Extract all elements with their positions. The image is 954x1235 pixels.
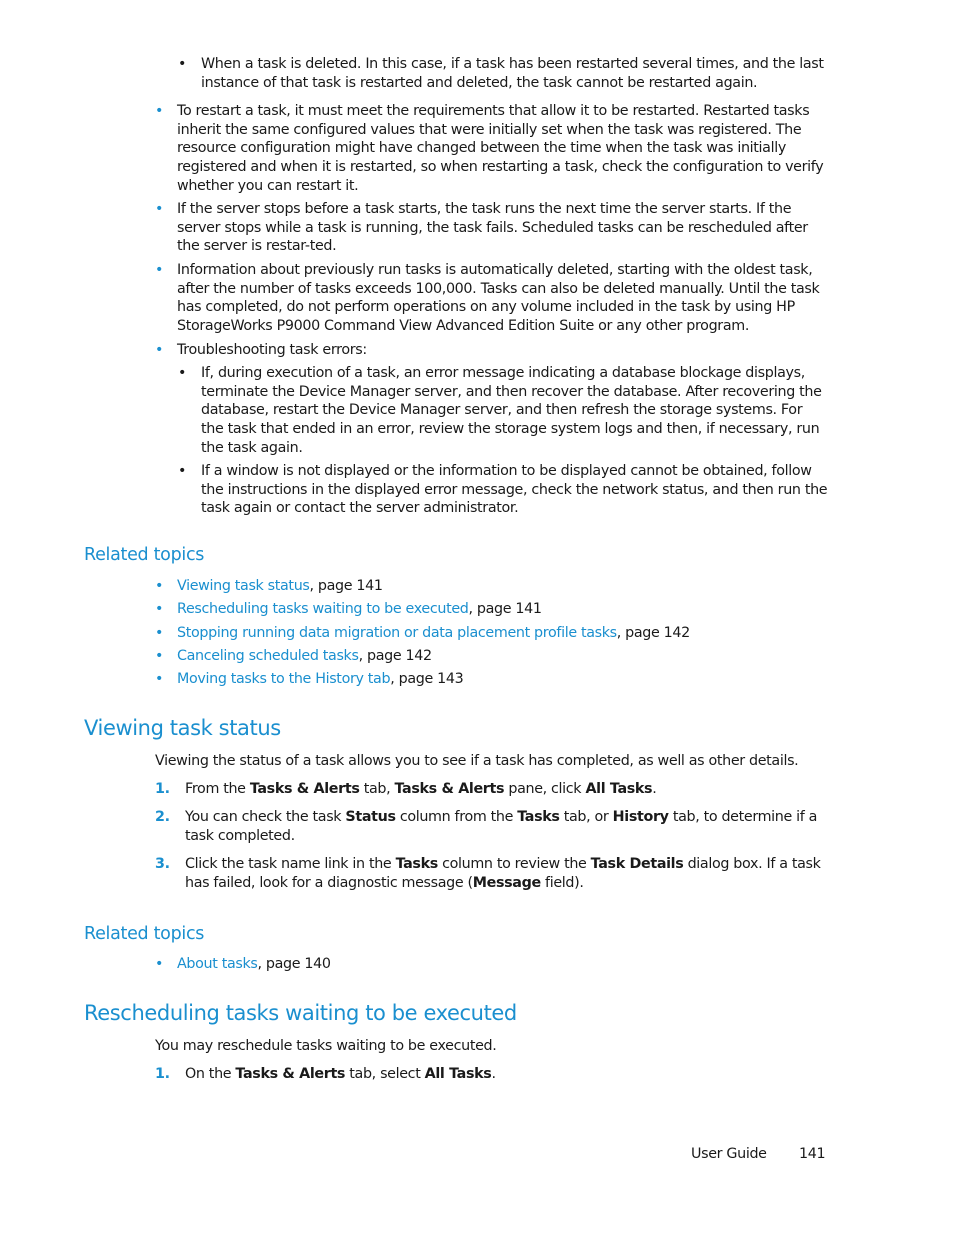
bullet-icon: • — [155, 578, 164, 594]
step-item: 1. From the Tasks & Alerts tab, Tasks & … — [155, 780, 828, 799]
step-number: 1. — [155, 781, 170, 797]
page-reference: , page 142 — [616, 625, 690, 641]
step-number: 1. — [155, 1066, 170, 1082]
section-intro: Viewing the status of a task allows you … — [155, 753, 799, 769]
step-number: 3. — [155, 856, 170, 872]
related-topic-entry: Rescheduling tasks waiting to be execute… — [177, 600, 835, 619]
related-topic-link[interactable]: Stopping running data migration or data … — [177, 625, 617, 641]
related-topic-link[interactable]: About tasks — [177, 956, 258, 972]
related-topic-entry: Viewing task status, page 141 — [177, 577, 835, 596]
page-reference: , page 141 — [309, 578, 383, 594]
step-text: On the Tasks & Alerts tab, select All Ta… — [185, 1066, 496, 1082]
bullet-item: • If the server stops before a task star… — [155, 200, 828, 256]
section-intro: You may reschedule tasks waiting to be e… — [155, 1038, 497, 1054]
page-reference: , page 141 — [468, 601, 542, 617]
bullet-icon: • — [178, 56, 187, 72]
footer-label: User Guide — [691, 1146, 767, 1162]
bullet-icon: • — [155, 342, 164, 358]
bullet-icon: • — [155, 262, 164, 278]
related-topics-heading: Related topics — [84, 924, 205, 944]
related-topic-item: • Moving tasks to the History tab, page … — [155, 670, 835, 689]
related-topic-link[interactable]: Canceling scheduled tasks — [177, 648, 359, 664]
section-title-viewing-task-status: Viewing task status — [84, 716, 281, 740]
bullet-text: If, during execution of a task, an error… — [201, 365, 822, 456]
bullet-icon: • — [155, 103, 164, 119]
step-item: 1. On the Tasks & Alerts tab, select All… — [155, 1065, 828, 1084]
page-reference: , page 140 — [257, 956, 331, 972]
bullet-item: • Information about previously run tasks… — [155, 261, 828, 336]
bullet-icon: • — [178, 365, 187, 381]
bullet-text: Troubleshooting task errors: — [177, 342, 367, 358]
related-topic-entry: About tasks, page 140 — [177, 955, 835, 974]
step-text: Click the task name link in the Tasks co… — [185, 856, 821, 891]
page-number: 141 — [799, 1146, 826, 1162]
related-topic-item: • About tasks, page 140 — [155, 955, 835, 974]
bullet-text: If a window is not displayed or the info… — [201, 463, 828, 517]
bullet-sub-item: • If a window is not displayed or the in… — [178, 462, 828, 518]
related-topic-item: • Viewing task status, page 141 — [155, 577, 835, 596]
bullet-item: • To restart a task, it must meet the re… — [155, 102, 828, 196]
page-reference: , page 142 — [358, 648, 432, 664]
bullet-icon: • — [155, 625, 164, 641]
related-topic-entry: Stopping running data migration or data … — [177, 624, 835, 643]
bullet-text: To restart a task, it must meet the requ… — [177, 103, 824, 194]
bullet-icon: • — [155, 956, 164, 972]
bullet-sub-item: • When a task is deleted. In this case, … — [178, 55, 828, 92]
step-number: 2. — [155, 809, 170, 825]
related-topic-entry: Canceling scheduled tasks, page 142 — [177, 647, 835, 666]
step-item: 2. You can check the task Status column … — [155, 808, 828, 845]
page-reference: , page 143 — [390, 671, 464, 687]
bullet-sub-item: • If, during execution of a task, an err… — [178, 364, 828, 458]
related-topics-heading: Related topics — [84, 545, 205, 565]
step-text: From the Tasks & Alerts tab, Tasks & Ale… — [185, 781, 657, 797]
related-topic-link[interactable]: Rescheduling tasks waiting to be execute… — [177, 601, 469, 617]
related-topic-item: • Rescheduling tasks waiting to be execu… — [155, 600, 835, 619]
related-topic-item: • Stopping running data migration or dat… — [155, 624, 835, 643]
bullet-text: If the server stops before a task starts… — [177, 201, 808, 255]
section-title-rescheduling: Rescheduling tasks waiting to be execute… — [84, 1001, 517, 1025]
related-topic-entry: Moving tasks to the History tab, page 14… — [177, 670, 835, 689]
bullet-text: Information about previously run tasks i… — [177, 262, 820, 335]
related-topic-link[interactable]: Moving tasks to the History tab — [177, 671, 391, 687]
bullet-icon: • — [155, 201, 164, 217]
related-topic-link[interactable]: Viewing task status — [177, 578, 310, 594]
bullet-item: • Troubleshooting task errors: — [155, 341, 828, 360]
bullet-icon: • — [155, 648, 164, 664]
bullet-icon: • — [178, 463, 187, 479]
bullet-icon: • — [155, 601, 164, 617]
bullet-text: When a task is deleted. In this case, if… — [201, 56, 824, 91]
step-text: You can check the task Status column fro… — [185, 809, 818, 844]
step-item: 3. Click the task name link in the Tasks… — [155, 855, 828, 892]
related-topic-item: • Canceling scheduled tasks, page 142 — [155, 647, 835, 666]
bullet-icon: • — [155, 671, 164, 687]
